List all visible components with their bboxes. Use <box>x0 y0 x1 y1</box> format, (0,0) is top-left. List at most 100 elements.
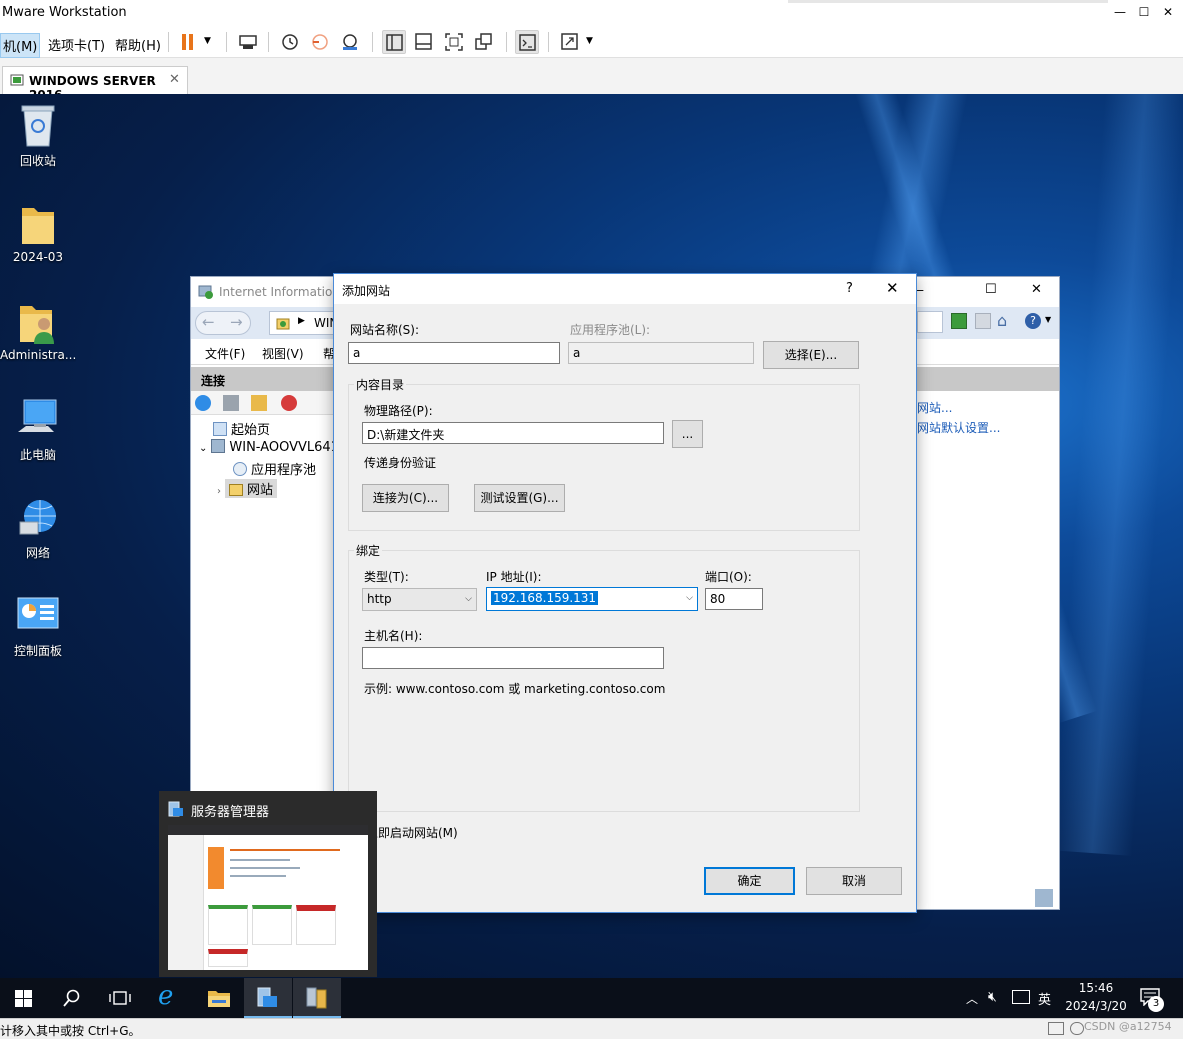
host-name-input[interactable] <box>362 647 664 669</box>
taskbar-server-manager[interactable] <box>244 978 292 1018</box>
desktop-icon-network[interactable]: 网络 <box>0 494 76 572</box>
up-folder-icon[interactable] <box>251 395 267 411</box>
iis-maximize-button[interactable]: ☐ <box>985 282 997 297</box>
help-icon[interactable]: ? <box>1025 313 1041 329</box>
disconnect-icon[interactable] <box>281 395 297 411</box>
taskbar-file-explorer[interactable] <box>195 978 243 1018</box>
desktop-icon-administrator[interactable]: Administra... <box>0 298 76 376</box>
forward-arrow-icon[interactable]: → <box>230 313 243 331</box>
clock-time[interactable]: 15:46 <box>1060 981 1132 995</box>
menu-help[interactable]: 帮助(H) <box>113 33 163 56</box>
snapshot-icon[interactable] <box>278 30 302 54</box>
collapsed-chevron-icon[interactable]: › <box>217 486 221 497</box>
iis-address-field[interactable]: ▶ WIN <box>269 311 339 335</box>
sidebar-view-icon[interactable] <box>382 30 406 54</box>
test-settings-button[interactable]: 测试设置(G)... <box>474 484 565 512</box>
thumb-card <box>208 949 248 967</box>
menu-vm[interactable]: 机(M) <box>0 33 41 58</box>
refresh-icon[interactable] <box>951 313 967 329</box>
app-pool-input: a <box>568 342 754 364</box>
thumb-card <box>296 905 336 945</box>
select-app-pool-button[interactable]: 选择(E)... <box>763 341 859 369</box>
start-button[interactable] <box>0 978 48 1018</box>
menu-tabs[interactable]: 选项卡(T) <box>46 33 107 56</box>
cancel-button[interactable]: 取消 <box>806 867 902 895</box>
tree-item-server[interactable]: ⌄ WIN-AOOVVL641 <box>199 439 339 455</box>
port-input[interactable]: 80 <box>705 588 763 610</box>
volume-muted-icon[interactable]: 🔇︎ <box>988 989 997 1005</box>
server-manager-thumbnail[interactable]: 服务器管理器 <box>159 791 377 977</box>
stop-icon[interactable] <box>975 313 991 329</box>
hard-disk-status-icon[interactable] <box>1048 1022 1064 1035</box>
connections-header: 连接 <box>191 367 333 391</box>
ok-button[interactable]: 确定 <box>704 867 795 895</box>
ip-address-value: 192.168.159.131 <box>491 591 599 605</box>
close-button[interactable]: ✕ <box>1158 3 1178 21</box>
revert-snapshot-icon[interactable] <box>308 30 332 54</box>
internet-explorer-icon: e <box>158 981 174 1011</box>
taskbar-ie[interactable]: e <box>146 978 194 1018</box>
help-dropdown-icon[interactable]: ▼ <box>1045 315 1051 324</box>
stretch-icon[interactable] <box>558 30 582 54</box>
host-name-label: 主机名(H): <box>364 629 423 643</box>
snapshot-manager-icon[interactable] <box>338 30 362 54</box>
desktop-icon-recycle-bin[interactable]: 回收站 <box>0 102 76 180</box>
cd-status-icon[interactable] <box>1070 1022 1084 1035</box>
action-site-defaults-link[interactable]: 网站默认设置... <box>917 419 1000 436</box>
type-select[interactable]: http ⌵ <box>362 588 477 611</box>
maximize-button[interactable]: ☐ <box>1134 3 1154 21</box>
iis-menu-file[interactable]: 文件(F) <box>205 345 245 362</box>
taskbar-iis-manager[interactable] <box>293 978 341 1018</box>
send-ctrl-alt-del-icon[interactable] <box>236 30 260 54</box>
iis-title: Internet Information <box>219 285 340 299</box>
iis-menu-view[interactable]: 视图(V) <box>262 345 304 362</box>
dialog-title: 添加网站 <box>342 284 391 298</box>
site-name-input[interactable]: a <box>348 342 560 364</box>
server-manager-icon <box>257 987 277 1007</box>
ime-indicator[interactable]: 英 <box>1038 989 1051 1008</box>
home-icon[interactable]: ⌂ <box>997 311 1007 330</box>
pause-dropdown-icon[interactable]: ▼ <box>204 36 211 46</box>
action-center-button[interactable]: 3 <box>1138 986 1164 1012</box>
dialog-help-button[interactable]: ? <box>846 281 853 296</box>
close-tab-icon[interactable]: ✕ <box>169 72 180 87</box>
toolbar-separator <box>506 32 507 52</box>
fullscreen-icon[interactable] <box>442 30 466 54</box>
clock-date[interactable]: 2024/3/20 <box>1060 999 1132 1013</box>
dialog-close-button[interactable]: ✕ <box>886 279 899 297</box>
thumb-header <box>168 825 368 835</box>
connect-icon[interactable] <box>195 395 211 411</box>
tab-windows-server[interactable]: WINDOWS SERVER 2016 ✕ <box>2 66 188 102</box>
task-view-button[interactable] <box>96 978 144 1018</box>
terminal-icon[interactable] <box>515 30 539 54</box>
back-arrow-icon[interactable]: ← <box>202 313 215 331</box>
tree-item-app-pools[interactable]: 应用程序池 <box>233 459 316 478</box>
stretch-dropdown-icon[interactable]: ▼ <box>586 36 593 46</box>
desktop-icon-control-panel[interactable]: 控制面板 <box>0 592 76 670</box>
expand-chevron-icon[interactable]: ⌄ <box>199 443 207 454</box>
search-button[interactable] <box>48 978 96 1018</box>
unity-icon[interactable] <box>472 30 496 54</box>
minimize-button[interactable]: — <box>1110 3 1130 21</box>
pass-through-auth-label: 传递身份验证 <box>364 456 437 470</box>
pause-icon[interactable] <box>176 30 200 54</box>
network-status-icon[interactable] <box>1012 990 1030 1004</box>
sites-folder-icon <box>229 484 243 496</box>
physical-path-input[interactable]: D:\新建文件夹 <box>362 422 664 444</box>
action-sites-link[interactable]: 网站... <box>917 399 952 416</box>
tree-item-sites[interactable]: › 网站 <box>217 479 278 498</box>
console-view-icon[interactable] <box>412 30 436 54</box>
type-label: 类型(T): <box>364 570 409 584</box>
ip-address-select[interactable]: 192.168.159.131 ⌵ <box>486 587 698 611</box>
physical-path-label: 物理路径(P): <box>364 404 433 418</box>
connect-as-button[interactable]: 连接为(C)... <box>362 484 449 512</box>
thumbnail-preview <box>168 825 368 970</box>
tree-item-start-page[interactable]: 起始页 <box>213 419 270 438</box>
desktop-icon-folder-2024-03[interactable]: 2024-03 <box>0 200 76 278</box>
desktop-icon-this-pc[interactable]: 此电脑 <box>0 396 76 474</box>
iis-close-button[interactable]: ✕ <box>1031 282 1042 297</box>
thumbnail-title: 服务器管理器 <box>191 805 270 820</box>
save-icon[interactable] <box>223 395 239 411</box>
show-hidden-icons-icon[interactable]: ︿ <box>966 990 978 1007</box>
browse-path-button[interactable]: ... <box>672 420 703 448</box>
